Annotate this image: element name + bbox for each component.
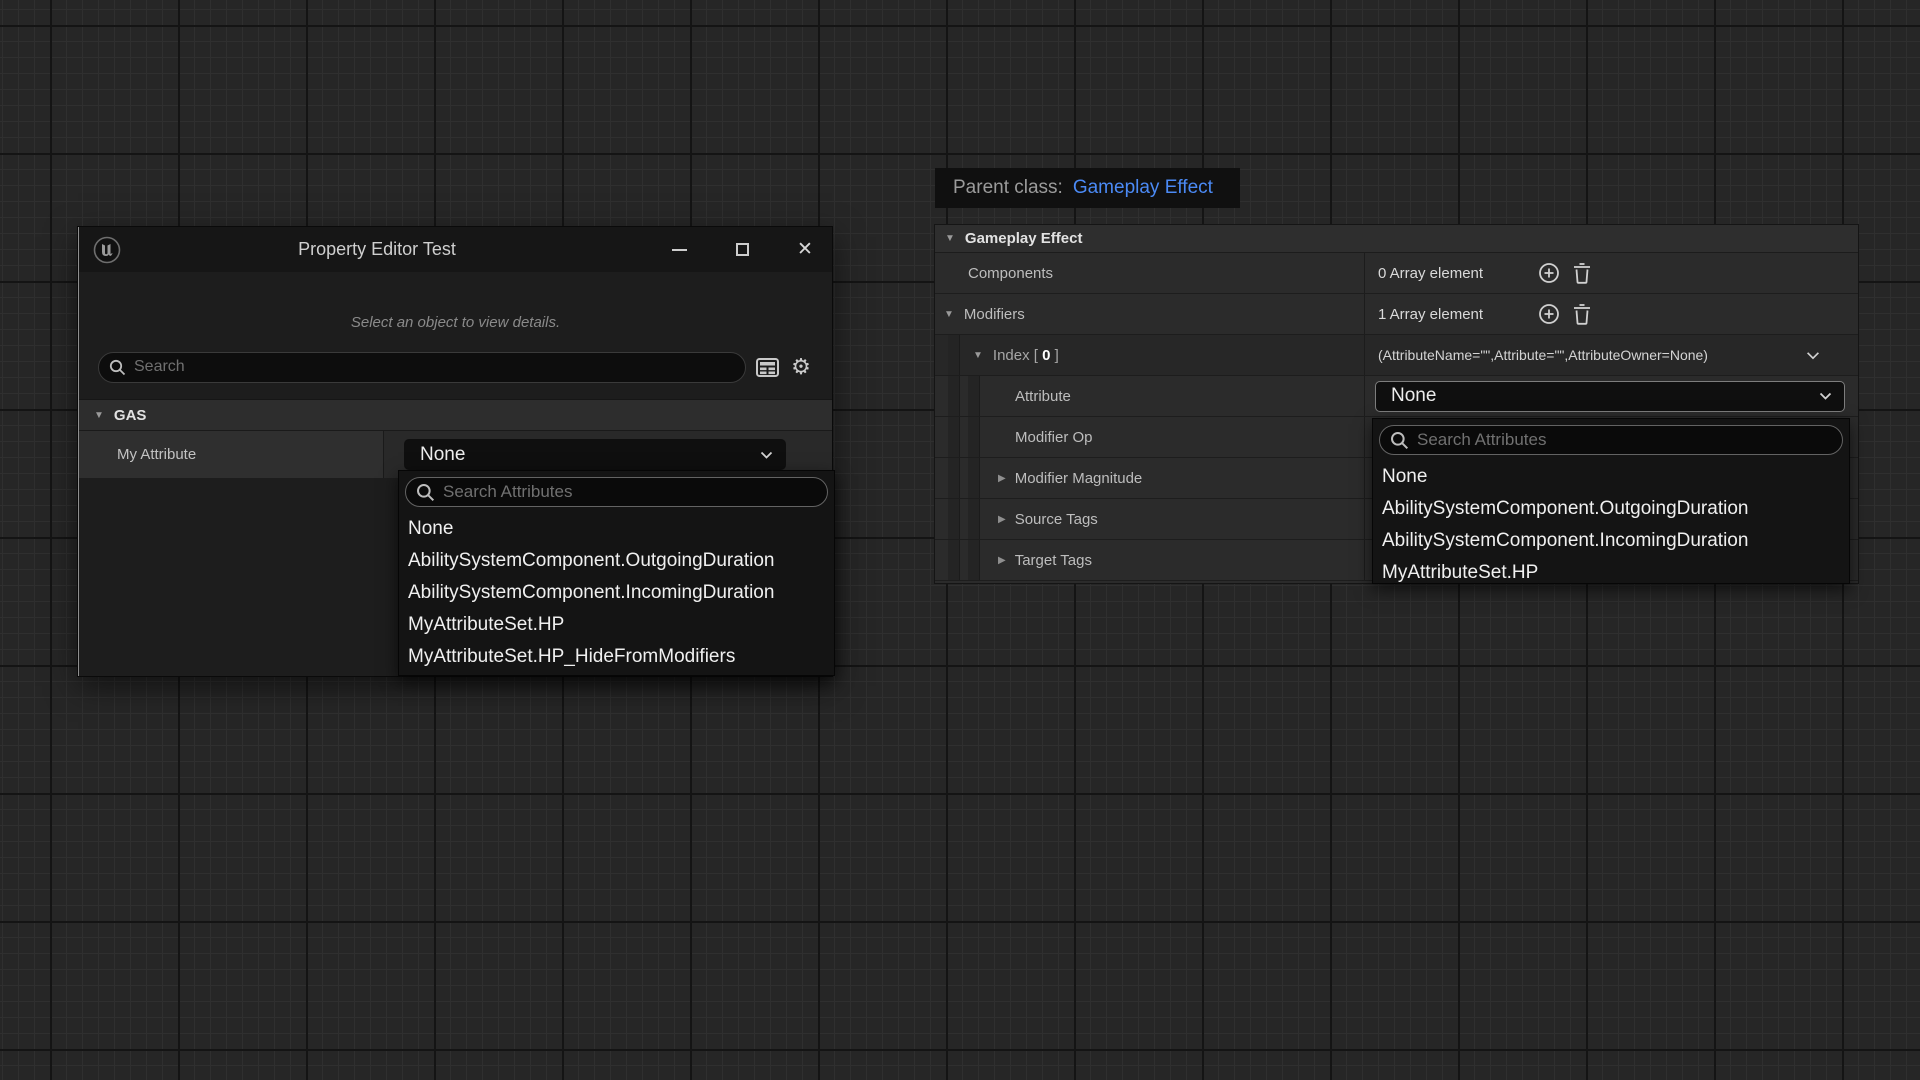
property-name: Target Tags — [1015, 552, 1092, 569]
array-count: 0 Array element — [1378, 265, 1483, 282]
parent-class-label: Parent class: — [953, 177, 1063, 199]
dropdown-item[interactable]: MyAttributeSet.HP — [399, 609, 834, 641]
close-icon: ✕ — [797, 240, 813, 259]
array-count: 1 Array element — [1378, 306, 1483, 323]
chevron-down-icon — [760, 451, 773, 459]
expand-icon[interactable]: ▶ — [998, 555, 1006, 566]
row-components: Components 0 Array element — [935, 253, 1858, 294]
property-name: Modifiers — [964, 306, 1025, 323]
property-name: Source Tags — [1015, 511, 1098, 528]
category-label: GAS — [114, 407, 147, 424]
unreal-logo-icon — [93, 236, 121, 264]
dropdown-item[interactable]: MyAttributeSet.HP_HideFromModifiers — [399, 641, 834, 673]
expand-icon[interactable]: ▶ — [998, 473, 1006, 484]
chevron-down-icon — [1819, 392, 1832, 400]
attribute-search-input[interactable] — [443, 482, 817, 502]
dropdown-item[interactable]: AbilitySystemComponent.IncomingDuration — [1373, 525, 1849, 557]
indent-rail — [948, 540, 960, 580]
indent-rail — [948, 499, 960, 539]
dropdown-item[interactable]: AbilitySystemComponent.IncomingDuration — [399, 577, 834, 609]
combobox-value: None — [1391, 385, 1436, 407]
plus-circle-icon — [1538, 303, 1560, 325]
add-element-button[interactable] — [1538, 262, 1560, 284]
index-label: Index [ 0 ] — [993, 347, 1059, 364]
category-label: Gameplay Effect — [965, 230, 1083, 247]
gear-icon: ⚙ — [791, 356, 811, 378]
dropdown-item[interactable]: None — [399, 513, 834, 545]
property-name: Components — [935, 265, 1053, 282]
category-expand-icon: ▼ — [945, 233, 955, 244]
indent-rail — [968, 499, 980, 539]
property-name: Modifier Magnitude — [1015, 470, 1143, 487]
indent-rail — [968, 458, 980, 498]
display-filter-button[interactable] — [754, 354, 780, 380]
table-view-icon — [756, 358, 779, 377]
category-header-gas[interactable]: ▼ GAS — [79, 399, 832, 431]
maximize-icon — [736, 243, 749, 256]
window-title: Property Editor Test — [121, 239, 633, 260]
attribute-search-box[interactable] — [1379, 425, 1843, 455]
expand-icon[interactable]: ▶ — [998, 514, 1006, 525]
minimize-button[interactable] — [662, 236, 696, 264]
delete-elements-button[interactable] — [1572, 303, 1592, 325]
search-input[interactable] — [134, 358, 735, 376]
dropdown-item[interactable]: AbilitySystemComponent.OutgoingDuration — [399, 545, 834, 577]
parent-class-link[interactable]: Gameplay Effect — [1073, 177, 1213, 199]
indent-rail — [948, 417, 960, 457]
search-icon — [1390, 431, 1409, 450]
trash-icon — [1572, 303, 1592, 325]
parent-class-box: Parent class: Gameplay Effect — [935, 168, 1240, 208]
attribute-combobox[interactable]: None — [1375, 381, 1845, 412]
row-attribute: Attribute None — [935, 376, 1858, 417]
indent-rail — [948, 458, 960, 498]
row-index-0: ▼ Index [ 0 ] (AttributeName="",Attribut… — [935, 335, 1858, 376]
search-icon — [109, 359, 126, 376]
settings-button[interactable]: ⚙ — [788, 354, 814, 380]
indent-rail — [948, 376, 960, 416]
dropdown-item[interactable]: AbilitySystemComponent.OutgoingDuration — [1373, 493, 1849, 525]
trash-icon — [1572, 262, 1592, 284]
close-button[interactable]: ✕ — [788, 236, 822, 264]
indent-rail — [968, 376, 980, 416]
property-name: Attribute — [1015, 388, 1071, 405]
attribute-dropdown-left: None AbilitySystemComponent.OutgoingDura… — [398, 470, 835, 676]
attribute-search-box[interactable] — [405, 477, 828, 507]
category-header-gameplay-effect[interactable]: ▼ Gameplay Effect — [935, 225, 1858, 253]
search-box[interactable] — [98, 352, 746, 383]
struct-preview: (AttributeName="",Attribute="",Attribute… — [1378, 347, 1708, 363]
add-element-button[interactable] — [1538, 303, 1560, 325]
plus-circle-icon — [1538, 262, 1560, 284]
maximize-button[interactable] — [725, 236, 759, 264]
window-titlebar[interactable]: Property Editor Test ✕ — [79, 227, 832, 272]
combobox-value: None — [420, 444, 465, 466]
property-name: Modifier Op — [1015, 429, 1093, 446]
chevron-down-icon[interactable] — [1806, 351, 1820, 360]
search-icon — [416, 483, 435, 502]
indent-rail — [968, 417, 980, 457]
attribute-search-input[interactable] — [1417, 430, 1832, 450]
expand-icon[interactable]: ▼ — [973, 350, 983, 361]
row-modifiers: ▼ Modifiers 1 Array element — [935, 294, 1858, 335]
expand-icon[interactable]: ▼ — [944, 309, 954, 320]
attribute-dropdown-right: None AbilitySystemComponent.OutgoingDura… — [1372, 418, 1850, 584]
delete-elements-button[interactable] — [1572, 262, 1592, 284]
details-hint-text: Select an object to view details. — [79, 314, 832, 331]
indent-rail — [948, 335, 960, 375]
minimize-icon — [672, 249, 687, 251]
indent-rail — [968, 540, 980, 580]
dropdown-item[interactable]: None — [1373, 461, 1849, 493]
property-name: My Attribute — [79, 431, 384, 478]
my-attribute-combobox[interactable]: None — [404, 439, 786, 470]
category-expand-icon: ▼ — [94, 410, 104, 421]
search-row: ⚙ — [79, 350, 832, 384]
dropdown-item[interactable]: MyAttributeSet.HP — [1373, 557, 1849, 584]
